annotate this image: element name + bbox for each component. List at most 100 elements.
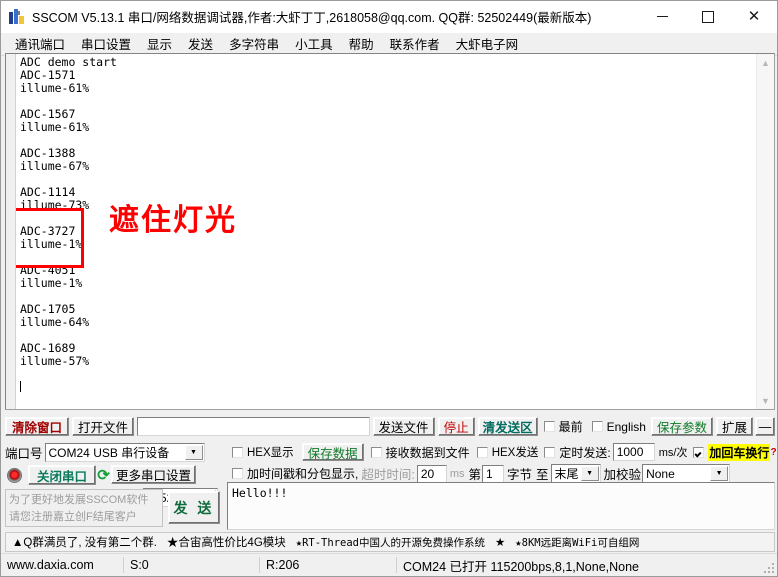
chevron-down-icon[interactable]: ▼	[580, 466, 599, 481]
english-label: English	[606, 419, 646, 434]
receive-textarea[interactable]: ADC demo start ADC-1571 illume-61% ADC-156…	[16, 54, 756, 409]
status-site[interactable]: www.daxia.com	[1, 554, 123, 576]
send-file-button[interactable]: 发送文件	[372, 417, 435, 436]
more-port-settings-button[interactable]: 更多串口设置	[111, 465, 197, 484]
hex-display-checkbox-box[interactable]	[232, 446, 243, 458]
ad-item-2[interactable]: ★RT-Thread中国人的开源免费操作系统	[296, 535, 485, 550]
english-checkbox[interactable]: English	[591, 419, 646, 434]
terminal-line: illume-64%	[20, 315, 90, 329]
byte-to-label: 至	[536, 468, 549, 482]
terminal-line: illume-1%	[20, 237, 83, 251]
checksum-select-value: None	[646, 466, 675, 481]
recv-to-file-checkbox[interactable]: 接收数据到文件	[370, 444, 470, 461]
extend-button[interactable]: 扩展	[715, 417, 753, 436]
terminal-line: ADC demo start	[20, 55, 117, 69]
timestamp-label: 加时间戳和分包显示,	[247, 467, 359, 481]
maximize-icon[interactable]	[685, 1, 731, 32]
ad-item-1[interactable]: ★合宙高性价比4G模块	[167, 534, 286, 550]
hex-send-label: HEX发送	[491, 447, 539, 459]
topmost-label: 最前	[558, 420, 583, 434]
checksum-label: 加校验	[603, 468, 642, 482]
close-icon[interactable]: ✕	[731, 1, 777, 32]
send-toolbar: 清除窗口 打开文件 发送文件 停止 清发送区 最前 English 保存参数 扩…	[5, 414, 775, 439]
terminal-caret	[20, 381, 756, 394]
timestamp-checkbox[interactable]: 加时间戳和分包显示,	[232, 465, 358, 482]
recv-to-file-label: 接收数据到文件	[385, 445, 470, 460]
timeout-input[interactable]: 20	[416, 464, 447, 483]
hex-send-checkbox-box[interactable]	[476, 446, 488, 458]
english-checkbox-box[interactable]	[591, 421, 603, 432]
scroll-down-arrow-icon[interactable]: ▼	[757, 392, 774, 409]
status-sent-count: S:0	[130, 558, 149, 572]
timed-send-label: 定时发送:	[559, 445, 611, 460]
clear-send-area-button[interactable]: 清发送区	[477, 417, 538, 436]
recv-to-file-checkbox-box[interactable]	[370, 446, 382, 458]
resize-grip-icon[interactable]	[763, 562, 775, 574]
save-params-button[interactable]: 保存参数	[650, 417, 713, 436]
port-label: 端口号	[5, 447, 43, 461]
send-textarea[interactable]: Hello!!!	[227, 482, 775, 530]
status-received-count: R:206	[266, 558, 300, 572]
terminal-line: illume-67%	[20, 159, 90, 173]
terminal-line: illume-57%	[20, 354, 90, 368]
terminal-line: ADC-1114	[20, 185, 76, 199]
terminal-line: ADC-1689	[20, 341, 76, 355]
interval-unit-label: ms/次	[658, 447, 688, 459]
collapse-button[interactable]: —	[755, 417, 775, 436]
sscom-window: SSCOM V5.13.1 串口/网络数据调试器,作者:大虾丁丁,2618058…	[0, 0, 778, 577]
byte-from-label: 第	[468, 468, 482, 482]
terminal-line: ADC-1705	[20, 302, 76, 316]
topmost-checkbox[interactable]: 最前	[543, 418, 583, 435]
hex-display-checkbox[interactable]: HEX显示	[232, 444, 294, 460]
terminal-left-gutter	[6, 54, 16, 409]
timed-send-checkbox[interactable]: 定时发送:	[544, 444, 611, 461]
byte-to-select[interactable]: 末尾 ▼	[550, 464, 601, 483]
chevron-down-icon[interactable]: ▼	[710, 466, 729, 481]
receive-panel: ADC demo start ADC-1571 illume-61% ADC-156…	[5, 53, 775, 410]
save-data-button[interactable]: 保存数据	[301, 443, 364, 461]
ad-strip: ▲Q群满员了, 没有第二个群. ★合宙高性价比4G模块 ★RT-Thread中国…	[5, 532, 775, 552]
byte-from-input[interactable]: 1	[482, 464, 505, 483]
ad-item-3[interactable]: ★	[495, 535, 505, 549]
terminal-line: illume-61%	[20, 81, 90, 95]
clear-window-button[interactable]: 清除窗口	[5, 417, 70, 436]
help-marker-icon[interactable]: ?	[770, 447, 776, 458]
send-button[interactable]: 发 送	[168, 491, 220, 524]
crlf-checkbox[interactable]: 加回车换行	[693, 443, 771, 461]
file-path-input[interactable]	[137, 417, 370, 436]
byte-to-select-value: 末尾	[554, 467, 579, 481]
settings-panel: 端口号 COM24 USB 串行设备 ▼ 关闭串口 ⟳ 更多串口设置 RTS	[5, 441, 777, 531]
interval-input[interactable]: 1000	[612, 443, 655, 461]
terminal-line: illume-61%	[20, 120, 90, 134]
topmost-checkbox-box[interactable]	[543, 421, 555, 432]
port-select[interactable]: COM24 USB 串行设备 ▼	[44, 443, 205, 462]
ad-item-4[interactable]: ★8KM远距离WiFi可自组网	[515, 535, 639, 550]
byte-unit-label: 字节	[507, 468, 533, 482]
title-bar: SSCOM V5.13.1 串口/网络数据调试器,作者:大虾丁丁,2618058…	[1, 1, 777, 33]
chevron-down-icon[interactable]: ▼	[184, 445, 203, 460]
receive-scrollbar[interactable]: ▲ ▼	[756, 54, 774, 409]
open-file-button[interactable]: 打开文件	[72, 417, 135, 436]
terminal-line: ADC-1571	[20, 68, 76, 82]
timestamp-checkbox-box[interactable]	[232, 468, 243, 479]
minimize-icon[interactable]	[639, 1, 685, 32]
crlf-checkbox-box[interactable]	[693, 446, 705, 458]
hex-send-checkbox[interactable]: HEX发送	[476, 444, 539, 460]
timed-send-checkbox-box[interactable]	[544, 446, 556, 458]
stop-button[interactable]: 停止	[437, 417, 475, 436]
terminal-line: ADC-1567	[20, 107, 76, 121]
scroll-up-arrow-icon[interactable]: ▲	[757, 54, 774, 71]
status-bar: www.daxia.com S:0 R:206 COM24 已打开 115200…	[1, 553, 777, 576]
refresh-ports-icon[interactable]: ⟳	[96, 468, 111, 483]
terminal-line: ADC-1388	[20, 146, 76, 160]
close-serial-port-button[interactable]: 关闭串口	[28, 465, 97, 485]
checksum-select[interactable]: None ▼	[642, 464, 731, 483]
ad-item-0[interactable]: ▲Q群满员了, 没有第二个群.	[12, 534, 157, 550]
